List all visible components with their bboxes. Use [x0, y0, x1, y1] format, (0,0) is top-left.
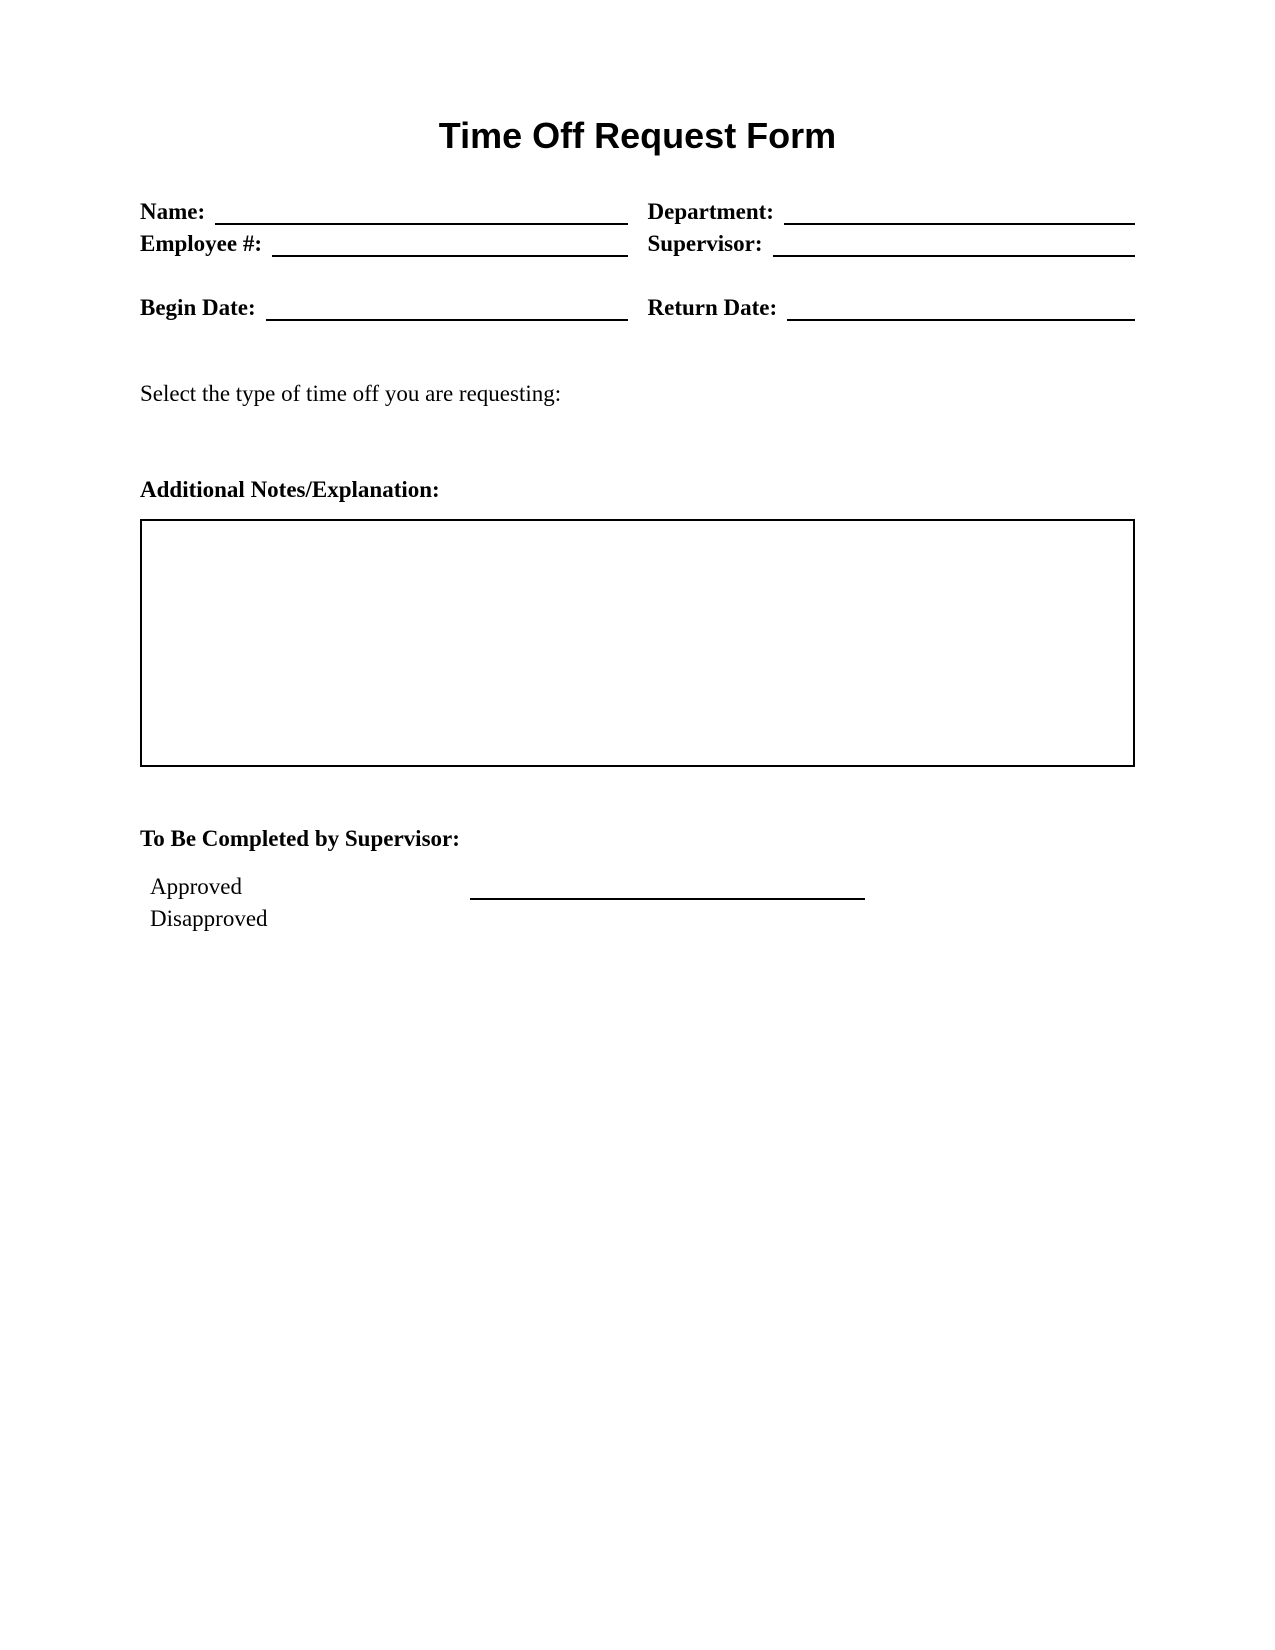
- name-label: Name:: [140, 199, 205, 225]
- department-field-row: Department:: [648, 199, 1136, 225]
- begin-date-input[interactable]: [266, 295, 628, 321]
- disapproved-label: Disapproved: [150, 906, 268, 931]
- supervisor-section-label: To Be Completed by Supervisor:: [140, 826, 1135, 852]
- return-date-field-row: Return Date:: [648, 295, 1136, 321]
- name-input[interactable]: [215, 199, 627, 225]
- form-title: Time Off Request Form: [140, 115, 1135, 157]
- employee-info-grid: Name: Department: Employee #: Supervisor…: [140, 199, 1135, 257]
- date-grid: Begin Date: Return Date:: [140, 295, 1135, 321]
- supervisor-section: To Be Completed by Supervisor: Approved …: [140, 826, 1135, 932]
- supervisor-input[interactable]: [773, 231, 1136, 257]
- signature-input[interactable]: [470, 874, 865, 900]
- notes-label: Additional Notes/Explanation:: [140, 477, 1135, 503]
- employee-num-input[interactable]: [272, 231, 627, 257]
- supervisor-field-row: Supervisor:: [648, 231, 1136, 257]
- name-field-row: Name:: [140, 199, 628, 225]
- approved-row: Approved: [150, 874, 1135, 900]
- supervisor-label: Supervisor:: [648, 231, 763, 257]
- notes-textarea[interactable]: [140, 519, 1135, 767]
- disapproved-row: Disapproved: [150, 906, 1135, 932]
- select-type-text: Select the type of time off you are requ…: [140, 381, 1135, 407]
- begin-date-label: Begin Date:: [140, 295, 256, 321]
- employee-num-label: Employee #:: [140, 231, 262, 257]
- employee-num-field-row: Employee #:: [140, 231, 628, 257]
- department-label: Department:: [648, 199, 774, 225]
- return-date-input[interactable]: [787, 295, 1135, 321]
- approved-label: Approved: [150, 874, 470, 900]
- department-input[interactable]: [784, 199, 1135, 225]
- return-date-label: Return Date:: [648, 295, 778, 321]
- begin-date-field-row: Begin Date:: [140, 295, 628, 321]
